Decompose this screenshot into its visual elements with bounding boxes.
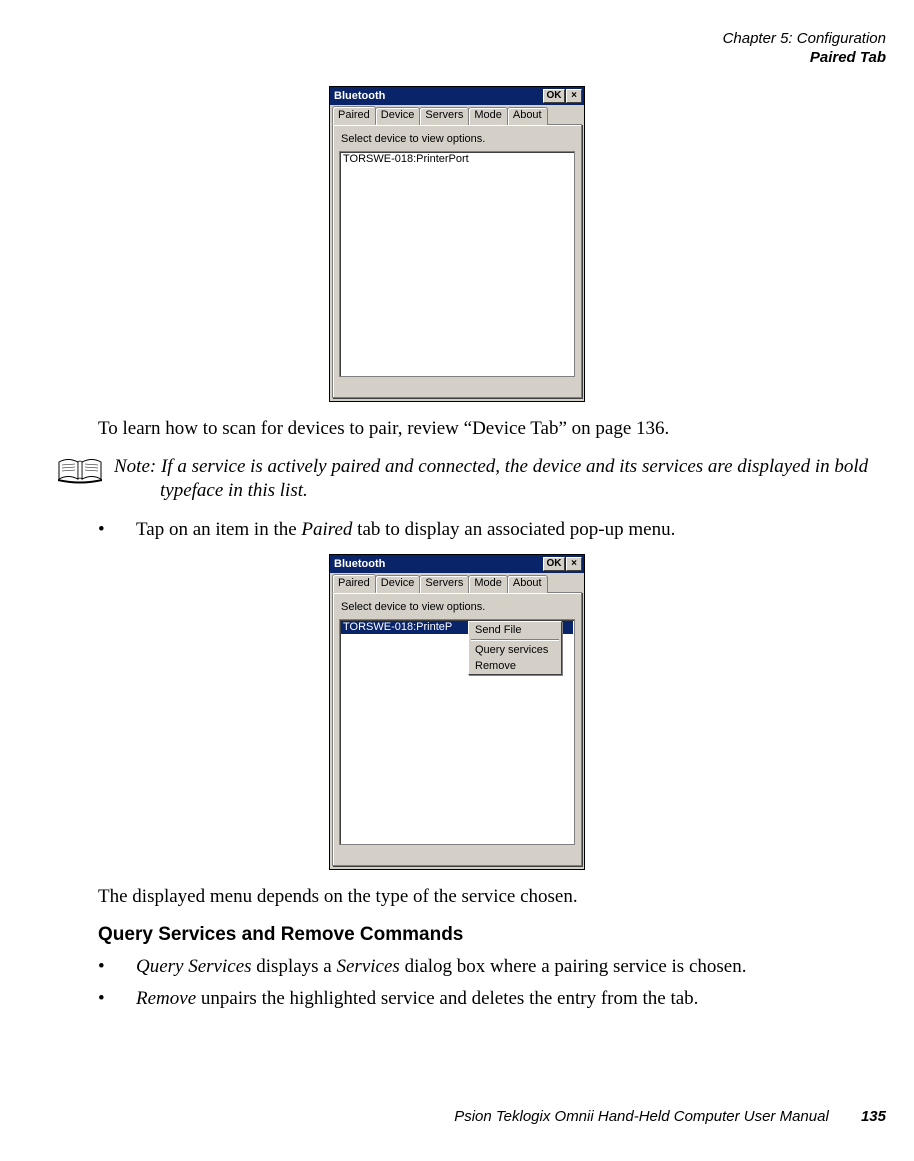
bullet-tap-item: Tap on an item in the Paired tab to disp…	[98, 517, 886, 543]
tab-panel: Select device to view options. TORSWE-01…	[332, 592, 582, 866]
close-button[interactable]: ×	[566, 557, 582, 571]
paired-listbox[interactable]: TORSWE-018:PrinterPort	[339, 151, 575, 377]
text-em: Query Services	[136, 956, 252, 977]
tab-servers[interactable]: Servers	[419, 107, 469, 125]
tab-paired[interactable]: Paired	[332, 106, 376, 125]
tab-device[interactable]: Device	[375, 107, 421, 125]
text: tab to display an associated pop-up menu…	[352, 519, 675, 540]
book-icon	[56, 455, 104, 485]
tab-servers[interactable]: Servers	[419, 575, 469, 593]
tab-about[interactable]: About	[507, 107, 548, 125]
page-header: Chapter 5: Configuration Paired Tab	[28, 30, 886, 68]
tab-paired[interactable]: Paired	[332, 574, 376, 593]
paired-listbox[interactable]: TORSWE-018:PrinteP Send File Query servi…	[339, 619, 575, 845]
titlebar: Bluetooth OK ×	[330, 87, 584, 105]
list-item[interactable]: TORSWE-018:PrinterPort	[341, 153, 573, 166]
tab-bar: Paired Device Servers Mode About	[330, 573, 584, 593]
text: displays a	[252, 956, 337, 977]
instruction-text: Select device to view options.	[341, 133, 573, 145]
tab-bar: Paired Device Servers Mode About	[330, 105, 584, 125]
note-label: Note:	[114, 456, 156, 477]
bullet-list-1: Tap on an item in the Paired tab to disp…	[98, 517, 886, 543]
tab-panel: Select device to view options. TORSWE-01…	[332, 124, 582, 398]
window-title: Bluetooth	[334, 558, 542, 570]
titlebar: Bluetooth OK ×	[330, 555, 584, 573]
menu-send-file[interactable]: Send File	[469, 622, 561, 638]
tab-about[interactable]: About	[507, 575, 548, 593]
ok-button[interactable]: OK	[543, 89, 565, 103]
note-body: If a service is actively paired and conn…	[160, 456, 868, 501]
bluetooth-dialog-1: Bluetooth OK × Paired Device Servers Mod…	[329, 86, 585, 402]
text-em: Services	[337, 956, 400, 977]
text-em: Remove	[136, 988, 196, 1009]
text-em: Paired	[301, 519, 352, 540]
page-number: 135	[861, 1108, 886, 1125]
bluetooth-dialog-2: Bluetooth OK × Paired Device Servers Mod…	[329, 554, 585, 870]
header-chapter: Chapter 5: Configuration	[28, 30, 886, 49]
header-section: Paired Tab	[28, 49, 886, 68]
paragraph-scan-devices: To learn how to scan for devices to pair…	[98, 416, 886, 442]
menu-query-services[interactable]: Query services	[469, 642, 561, 658]
text: dialog box where a pairing service is ch…	[400, 956, 747, 977]
screenshot-1-wrap: Bluetooth OK × Paired Device Servers Mod…	[28, 86, 886, 402]
bullet-list-2: Query Services displays a Services dialo…	[98, 954, 886, 1011]
page: Chapter 5: Configuration Paired Tab Blue…	[0, 0, 914, 1161]
text: unpairs the highlighted service and dele…	[196, 988, 698, 1009]
bullet-query-services: Query Services displays a Services dialo…	[98, 954, 886, 980]
close-button[interactable]: ×	[566, 89, 582, 103]
tab-mode[interactable]: Mode	[468, 575, 508, 593]
subheading-query-remove: Query Services and Remove Commands	[98, 924, 886, 946]
tab-device[interactable]: Device	[375, 575, 421, 593]
ok-button[interactable]: OK	[543, 557, 565, 571]
instruction-text: Select device to view options.	[341, 601, 573, 613]
page-footer: Psion Teklogix Omnii Hand-Held Computer …	[454, 1108, 886, 1125]
context-menu: Send File Query services Remove	[468, 621, 562, 675]
note-text: Note: If a service is actively paired an…	[114, 455, 886, 503]
menu-remove[interactable]: Remove	[469, 658, 561, 674]
bullet-remove: Remove unpairs the highlighted service a…	[98, 986, 886, 1012]
text: Tap on an item in the	[136, 519, 301, 540]
note-block: Note: If a service is actively paired an…	[56, 455, 886, 503]
screenshot-2-wrap: Bluetooth OK × Paired Device Servers Mod…	[28, 554, 886, 870]
paragraph-menu-depends: The displayed menu depends on the type o…	[98, 884, 886, 910]
menu-separator	[471, 639, 559, 641]
window-title: Bluetooth	[334, 90, 542, 102]
tab-mode[interactable]: Mode	[468, 107, 508, 125]
footer-title: Psion Teklogix Omnii Hand-Held Computer …	[454, 1108, 829, 1125]
